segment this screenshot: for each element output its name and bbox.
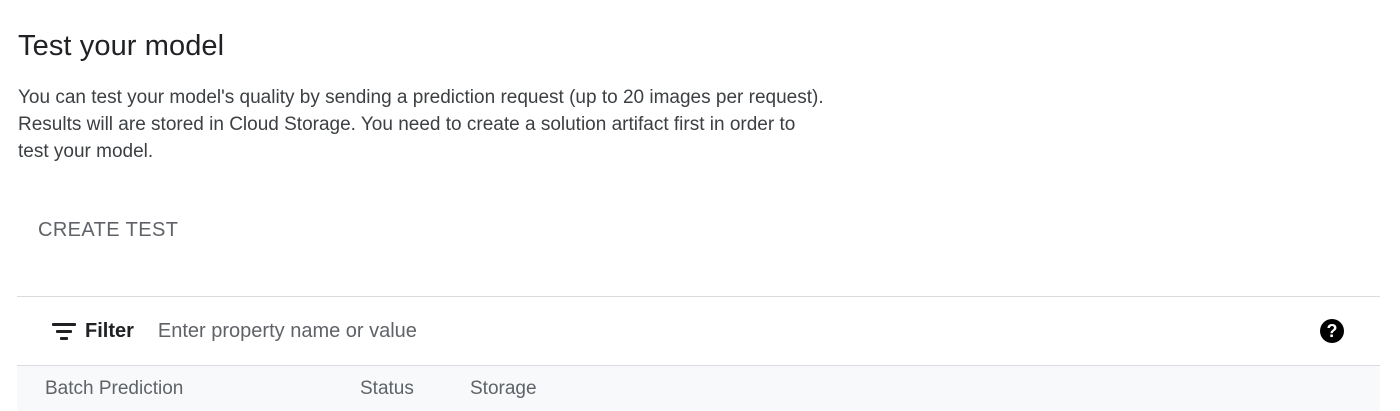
create-test-button[interactable]: CREATE TEST bbox=[22, 208, 194, 252]
description-line: Results will are stored in Cloud Storage… bbox=[18, 114, 796, 135]
filter-list-icon bbox=[51, 321, 77, 341]
column-header-storage[interactable]: Storage bbox=[470, 378, 537, 400]
help-circle-icon[interactable]: ? bbox=[1320, 319, 1344, 343]
description-line: test your model. bbox=[18, 141, 154, 162]
filter-bar: Filter ? bbox=[17, 297, 1380, 366]
column-header-status[interactable]: Status bbox=[360, 378, 414, 400]
column-header-batch-prediction[interactable]: Batch Prediction bbox=[45, 378, 183, 400]
batch-prediction-table: Filter ? Batch Prediction Status Storage bbox=[17, 296, 1380, 411]
filter-toggle[interactable]: Filter bbox=[51, 320, 134, 343]
filter-input[interactable] bbox=[155, 318, 1320, 344]
filter-label: Filter bbox=[85, 319, 134, 342]
page-description: You can test your model's quality by sen… bbox=[18, 84, 878, 165]
page-title: Test your model bbox=[18, 30, 225, 62]
description-line: You can test your model's quality by sen… bbox=[18, 87, 824, 108]
table-header-row: Batch Prediction Status Storage bbox=[17, 366, 1380, 411]
